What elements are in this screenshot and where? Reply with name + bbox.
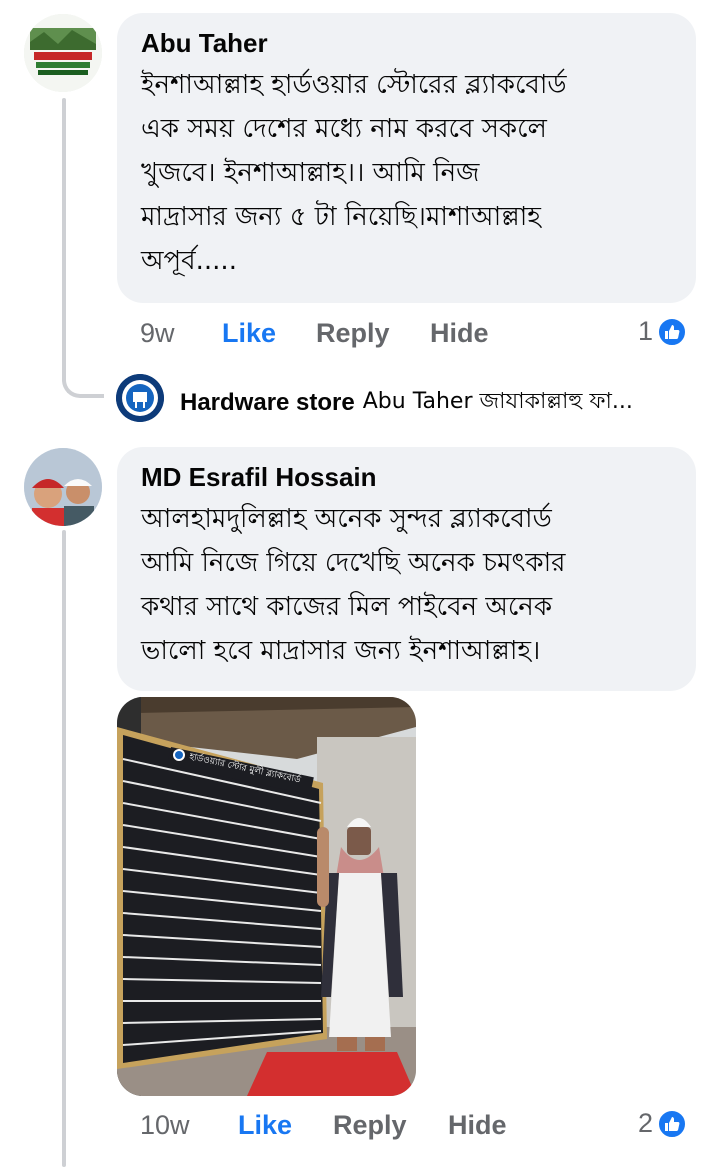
avatar[interactable]: [24, 448, 102, 526]
like-thumb-icon: [657, 1108, 688, 1139]
reaction-count: 1: [638, 316, 654, 346]
comment-timestamp[interactable]: 10w: [140, 1110, 190, 1141]
reply-preview[interactable]: Hardware store Abu Taher জাযাকাল্লাহু ফা…: [180, 384, 700, 421]
like-button[interactable]: Like: [222, 318, 276, 349]
reaction-summary[interactable]: 1: [638, 316, 688, 347]
comment-photo[interactable]: হার্ডওয়্যার স্টোর মুলী ব্ল্যাকবোর্ড: [117, 697, 416, 1096]
comment-author[interactable]: MD Esrafil Hossain: [141, 461, 672, 493]
hide-button[interactable]: Hide: [430, 318, 489, 349]
thread-line-2: [62, 530, 66, 1167]
hide-button[interactable]: Hide: [448, 1110, 507, 1141]
like-button[interactable]: Like: [238, 1110, 292, 1141]
reply-button[interactable]: Reply: [333, 1110, 407, 1141]
comment-text: ইনশাআল্লাহ হার্ডওয়ার স্টোরের ব্ল্যাকবোর…: [141, 70, 567, 276]
like-thumb-icon: [657, 316, 688, 347]
thread-line-1: [62, 98, 66, 370]
avatar[interactable]: [24, 14, 102, 92]
reply-text: Abu Taher জাযাকাল্লাহু ফা...: [362, 389, 633, 414]
thread-connector-1: [62, 360, 104, 398]
reaction-summary[interactable]: 2: [638, 1108, 688, 1139]
reaction-count: 2: [638, 1108, 654, 1138]
comment-text: আলহামদুলিল্লাহ অনেক সুন্দর ব্ল্যাকবোর্ড …: [141, 504, 566, 666]
reply-avatar[interactable]: [116, 374, 164, 422]
reply-button[interactable]: Reply: [316, 318, 390, 349]
reply-author[interactable]: Hardware store: [180, 389, 355, 417]
comment-bubble: Abu Taher ইনশাআল্লাহ হার্ডওয়ার স্টোরের …: [117, 13, 696, 303]
comment-author[interactable]: Abu Taher: [141, 27, 672, 59]
comment-timestamp[interactable]: 9w: [140, 318, 175, 349]
comment-bubble: MD Esrafil Hossain আলহামদুলিল্লাহ অনেক স…: [117, 447, 696, 691]
